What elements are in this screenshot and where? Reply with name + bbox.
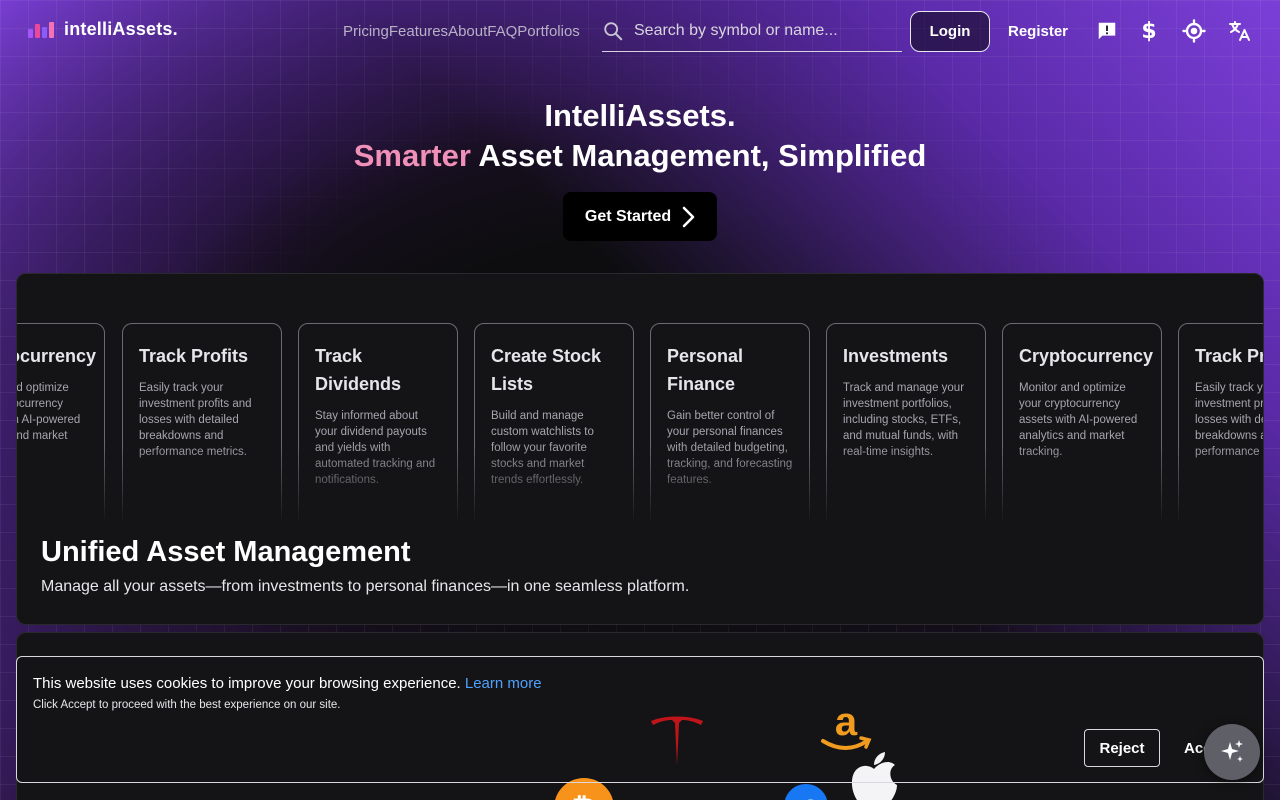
unified-asset-section: Cryptocurrency Monitor and optimize your…: [16, 273, 1264, 625]
svg-text:f: f: [803, 795, 814, 800]
feature-card[interactable]: Investments Track and manage your invest…: [826, 323, 986, 523]
theme-toggle-icon[interactable]: [1181, 18, 1207, 44]
ai-assistant-button[interactable]: [1204, 724, 1260, 780]
cookie-message-text: This website uses cookies to improve you…: [33, 675, 461, 692]
nav-features[interactable]: Features: [389, 23, 448, 40]
feature-title: Track Dividends: [315, 346, 402, 394]
search-input[interactable]: [634, 21, 894, 40]
feature-text: Monitor and optimize your cryptocurrency…: [17, 382, 81, 442]
feature-title: Cryptocurrency: [1019, 346, 1154, 366]
section-description: Manage all your assets—from investments …: [41, 578, 690, 595]
feature-title: Cryptocurrency: [17, 346, 97, 366]
feature-text: Monitor and optimize your cryptocurrency…: [1019, 382, 1138, 458]
svg-text:₿: ₿: [572, 792, 596, 800]
top-navbar: intelliAssets. Pricing Features About FA…: [0, 0, 1280, 62]
login-button[interactable]: Login: [910, 11, 990, 52]
get-started-button[interactable]: Get Started: [563, 192, 717, 241]
hero-title: IntelliAssets.: [544, 98, 736, 133]
feature-card[interactable]: Personal Finance Gain better control of …: [650, 323, 810, 523]
feature-text: Gain better control of your personal fin…: [667, 410, 793, 486]
register-button[interactable]: Register: [1004, 11, 1072, 52]
hero-subtitle-highlight: Smarter: [353, 138, 471, 173]
feature-text: Track and manage your investment portfol…: [843, 382, 965, 458]
feature-card[interactable]: Create Stock Lists Build and manage cust…: [474, 323, 634, 523]
currency-icon[interactable]: $: [1136, 18, 1162, 44]
feature-text: Build and manage custom watchlists to fo…: [491, 410, 594, 486]
feature-title: Track Profits: [1195, 346, 1263, 366]
section-title: Unified Asset Management: [41, 536, 411, 568]
feature-title: Investments: [843, 346, 949, 366]
feature-text: Easily track your investment profits and…: [1195, 382, 1264, 458]
sparkles-icon: [1221, 740, 1243, 762]
nav-portfolios[interactable]: Portfolios: [517, 23, 580, 40]
hero-subtitle: Smarter Asset Management, Simplified: [0, 138, 1280, 174]
reject-button[interactable]: Reject: [1084, 729, 1160, 767]
feature-text: Easily track your investment profits and…: [139, 382, 252, 458]
feature-title: Personal Finance: [667, 346, 744, 394]
logo[interactable]: intelliAssets.: [26, 18, 178, 40]
feature-carousel: Cryptocurrency Monitor and optimize your…: [17, 323, 1264, 523]
nav-about[interactable]: About: [448, 23, 487, 40]
chevron-right-icon: [682, 206, 695, 227]
nav-faq[interactable]: FAQ: [487, 23, 517, 40]
nav-pricing[interactable]: Pricing: [343, 23, 389, 40]
feature-card[interactable]: Track Profits Easily track your investme…: [1178, 323, 1264, 523]
cookie-note: Click Accept to proceed with the best ex…: [33, 699, 341, 711]
feature-card[interactable]: Cryptocurrency Monitor and optimize your…: [17, 323, 105, 523]
cookie-message: This website uses cookies to improve you…: [33, 675, 542, 692]
search-icon: [604, 21, 623, 40]
main-nav: Pricing Features About FAQ Portfolios: [343, 23, 580, 40]
logo-text: intelliAssets.: [64, 18, 178, 39]
logo-icon: [26, 18, 56, 40]
feature-title: Track Profits: [139, 346, 249, 366]
cookie-banner: This website uses cookies to improve you…: [16, 656, 1264, 783]
facebook-logo-icon: f: [784, 784, 828, 800]
translate-icon[interactable]: [1226, 18, 1252, 44]
search-bar: [602, 10, 902, 52]
get-started-label: Get Started: [584, 207, 672, 225]
hero-subtitle-rest: Asset Management, Simplified: [470, 138, 927, 173]
feature-card[interactable]: Track Dividends Stay informed about your…: [298, 323, 458, 523]
feature-card[interactable]: Cryptocurrency Monitor and optimize your…: [1002, 323, 1162, 523]
feedback-icon[interactable]: [1094, 18, 1120, 44]
feature-text: Stay informed about your dividend payout…: [315, 410, 436, 486]
learn-more-link[interactable]: Learn more: [465, 675, 542, 692]
feature-title: Create Stock Lists: [491, 346, 602, 394]
feature-card[interactable]: Track Profits Easily track your investme…: [122, 323, 282, 523]
